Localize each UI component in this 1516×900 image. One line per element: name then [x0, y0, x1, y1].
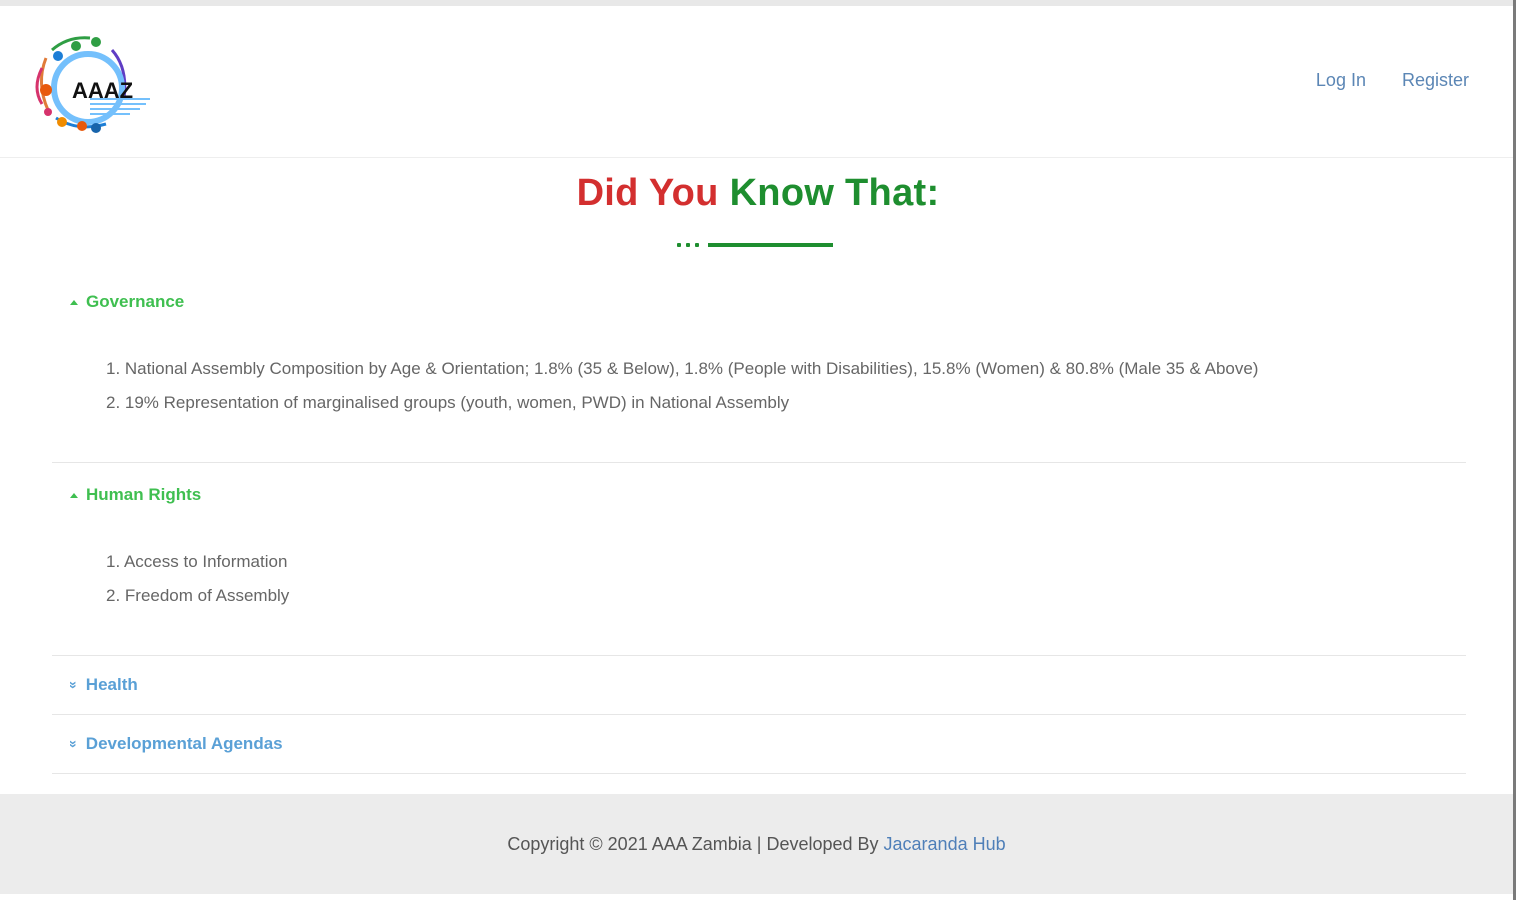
facts-accordion: Governance 1. National Assembly Composit… [52, 270, 1466, 774]
logo-text: AAAZ [72, 78, 133, 103]
section-header-health[interactable]: » Health [52, 656, 1466, 714]
section-body-governance: 1. National Assembly Composition by Age … [52, 334, 1466, 462]
section-governance: Governance 1. National Assembly Composit… [52, 270, 1466, 463]
aaaz-logo[interactable]: AAAZ [28, 28, 158, 140]
section-label: Governance [86, 292, 185, 311]
section-human-rights: Human Rights 1. Access to Information 2.… [52, 463, 1466, 656]
title-part-2: Know That: [729, 172, 940, 214]
section-label: Developmental Agendas [85, 734, 283, 753]
list-item: 1. National Assembly Composition by Age … [106, 359, 1259, 378]
caret-up-icon [70, 299, 78, 305]
site-footer: Copyright © 2021 AAA Zambia | Developed … [0, 794, 1513, 894]
title-part-1: Did You [576, 172, 719, 214]
caret-up-icon [70, 492, 78, 498]
double-chevron-down-icon: » [65, 740, 82, 748]
page-title: Did You Know That: [0, 172, 1516, 215]
copyright-text: Copyright © 2021 AAA Zambia | Developed … [507, 833, 879, 854]
list-item: 2. Freedom of Assembly [106, 586, 290, 605]
divider-dot [686, 242, 690, 247]
double-chevron-down-icon: » [65, 681, 82, 689]
section-label: Health [85, 675, 138, 694]
section-health: » Health [52, 656, 1466, 715]
section-label: Human Rights [86, 485, 202, 504]
page: AAAZ Log In Register Did You Know That: … [0, 0, 1516, 900]
bottom-strip [0, 894, 1516, 900]
top-nav: Log In Register [1316, 70, 1469, 91]
divider-bar [708, 242, 833, 247]
list-item: 1. Access to Information [106, 552, 288, 571]
divider-dot [677, 242, 681, 247]
section-body-human-rights: 1. Access to Information 2. Freedom of A… [52, 527, 1466, 655]
divider-dot [695, 242, 699, 247]
register-link[interactable]: Register [1402, 70, 1469, 91]
list-item: 2. 19% Representation of marginalised gr… [106, 393, 790, 412]
developer-link[interactable]: Jacaranda Hub [884, 834, 1006, 855]
login-link[interactable]: Log In [1316, 70, 1366, 91]
section-header-developmental-agendas[interactable]: » Developmental Agendas [52, 715, 1466, 773]
title-divider [677, 242, 833, 247]
section-header-human-rights[interactable]: Human Rights [52, 463, 1466, 527]
section-header-governance[interactable]: Governance [52, 270, 1466, 334]
section-developmental-agendas: » Developmental Agendas [52, 715, 1466, 774]
site-header: AAAZ Log In Register [0, 6, 1513, 158]
